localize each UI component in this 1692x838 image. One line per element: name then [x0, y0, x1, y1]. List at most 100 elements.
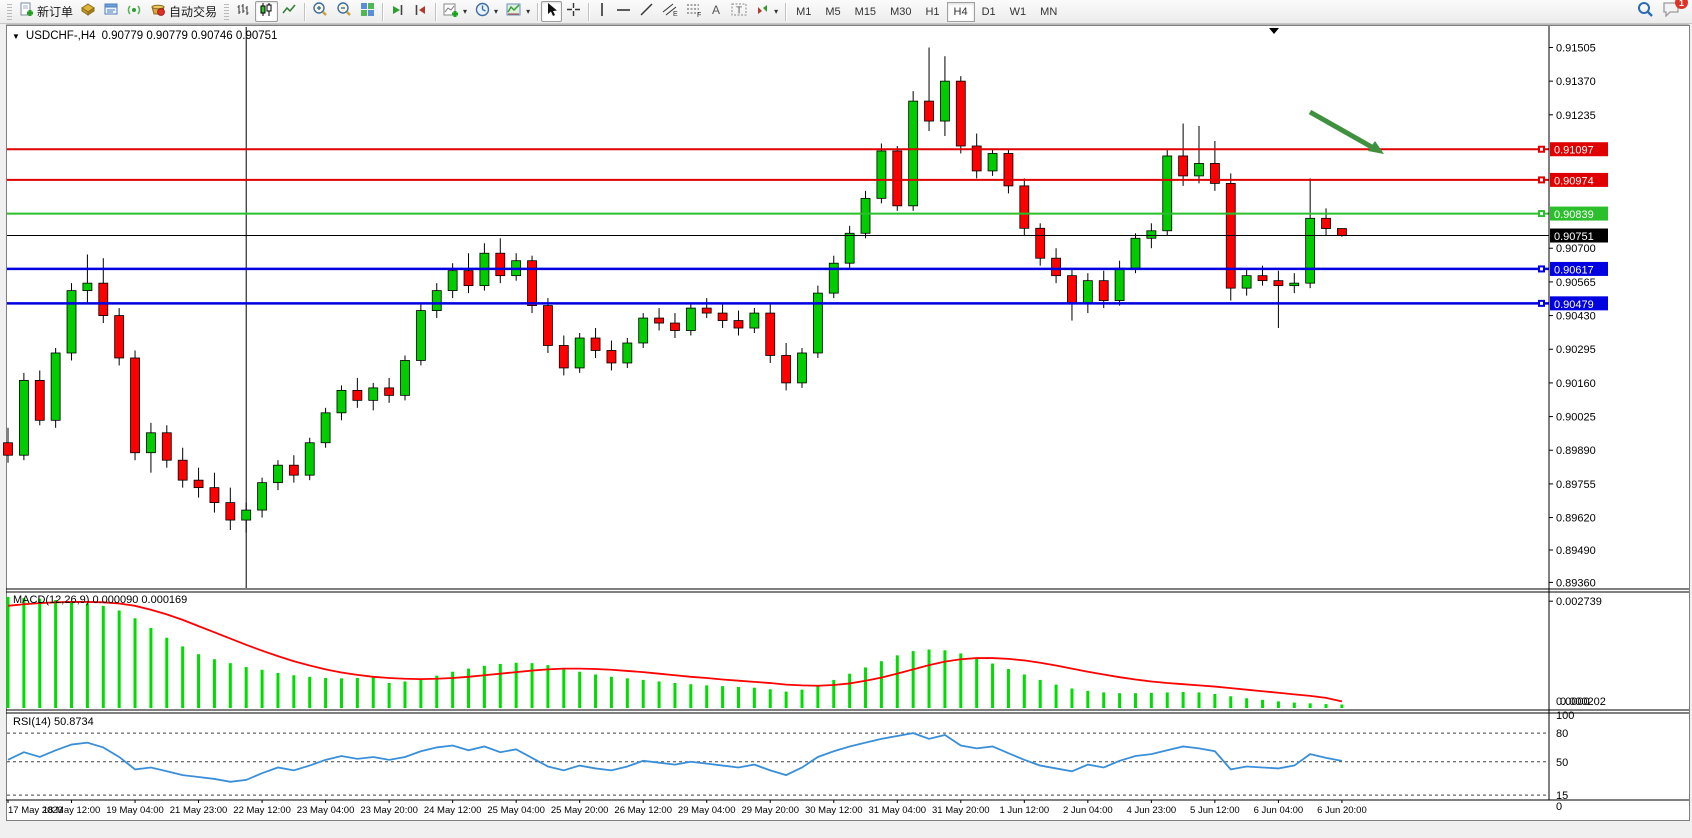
timeframe-button-w1[interactable]: W1	[1003, 2, 1034, 22]
candle-body	[782, 355, 791, 382]
market-watch-icon	[81, 2, 96, 22]
zoom-out-button[interactable]	[332, 1, 356, 22]
candle-body	[131, 358, 140, 453]
data-window-icon	[104, 2, 119, 22]
trendline-tool[interactable]	[635, 1, 658, 22]
candle-body	[1179, 156, 1188, 176]
candle-body	[1242, 276, 1251, 288]
svg-text:A: A	[712, 3, 720, 17]
price-tick-label: 0.89755	[1556, 479, 1596, 491]
sound-alert-button[interactable]	[123, 1, 146, 22]
rsi-axis-label: 80	[1556, 728, 1568, 740]
standard-toolbar-group: 新订单 自动交易	[15, 1, 221, 23]
candle-body	[623, 343, 632, 363]
chart-shift-button[interactable]	[409, 1, 432, 22]
candle-body	[670, 323, 679, 330]
timeframe-button-m15[interactable]: M15	[848, 2, 883, 22]
fibonacci-icon: F	[686, 2, 702, 22]
time-tick-label: 4 Jun 23:00	[1127, 805, 1177, 816]
arrows-tool[interactable]: ▾	[751, 1, 782, 22]
search-icon[interactable]	[1637, 1, 1654, 23]
candlestick-chart-button[interactable]	[255, 1, 278, 22]
time-tick-label: 18 May 12:00	[43, 805, 101, 816]
candle-body	[750, 313, 759, 328]
templates-button[interactable]: ▾	[502, 1, 534, 22]
text-label-tool[interactable]: T	[727, 1, 751, 22]
timeframe-button-d1[interactable]: D1	[975, 2, 1003, 22]
timeframe-button-h4[interactable]: H4	[947, 2, 975, 22]
text-tool-icon: A	[710, 2, 723, 22]
candle-body	[1083, 281, 1092, 303]
timeframe-button-m5[interactable]: M5	[818, 2, 847, 22]
timeframe-button-h1[interactable]: H1	[918, 2, 946, 22]
svg-text:T: T	[736, 5, 742, 16]
time-tick-label: 6 Jun 20:00	[1317, 805, 1367, 816]
market-watch-button[interactable]	[77, 1, 100, 22]
time-tick-label: 5 Jun 12:00	[1190, 805, 1240, 816]
toolbar-grip[interactable]	[224, 4, 229, 20]
price-tick-label: 0.90295	[1556, 344, 1596, 356]
new-order-label: 新订单	[37, 3, 73, 20]
candle-body	[210, 488, 219, 503]
toolbar-separator	[537, 3, 538, 21]
time-tick-label: 2 Jun 04:00	[1063, 805, 1113, 816]
autotrading-button[interactable]: 自动交易	[146, 1, 221, 22]
fibonacci-tool[interactable]: F	[682, 1, 706, 22]
autotrading-label: 自动交易	[169, 3, 217, 20]
hline-handle-dot	[1540, 302, 1543, 305]
tile-windows-button[interactable]	[356, 1, 379, 22]
price-tick-label: 0.89620	[1556, 513, 1596, 525]
timeframe-button-m30[interactable]: M30	[883, 2, 918, 22]
vertical-line-tool[interactable]	[592, 1, 612, 22]
price-axis[interactable]: 0.915050.913700.912350.907000.905650.904…	[1549, 42, 1608, 589]
auto-scroll-button[interactable]	[386, 1, 409, 22]
candlestick-series	[4, 47, 1347, 532]
notifications-button[interactable]: 1	[1662, 1, 1680, 22]
data-window-button[interactable]	[100, 1, 123, 22]
equidistant-channel-tool[interactable]: E	[658, 1, 682, 22]
main-toolbar: 新订单 自动交易	[0, 0, 1692, 24]
candle-body	[369, 388, 378, 400]
toolbar-grip[interactable]	[7, 4, 12, 20]
tile-windows-icon	[360, 2, 375, 22]
auto-scroll-icon	[390, 2, 405, 22]
candle-body	[496, 253, 505, 275]
chart-canvas[interactable]: 0.915050.913700.912350.907000.905650.904…	[0, 0, 1692, 838]
chevron-down-icon: ▾	[526, 7, 530, 16]
candle-body	[559, 345, 568, 367]
candle-body	[178, 460, 187, 480]
crosshair-button[interactable]	[562, 1, 585, 22]
cursor-group	[541, 1, 585, 23]
new-order-button[interactable]: 新订单	[15, 1, 77, 22]
chart-menu-arrow-icon[interactable]: ▼	[12, 32, 20, 41]
line-chart-button[interactable]	[278, 1, 301, 22]
horizontal-line-tool[interactable]	[612, 1, 635, 22]
zoom-in-button[interactable]	[308, 1, 332, 22]
timeframe-button-m1[interactable]: M1	[789, 2, 818, 22]
equidistant-channel-icon: E	[662, 2, 678, 22]
arrow-annotation[interactable]	[1310, 112, 1377, 150]
time-axis[interactable]: 17 May 202318 May 12:0019 May 04:0021 Ma…	[8, 800, 1367, 816]
timeframe-button-mn[interactable]: MN	[1033, 2, 1064, 22]
sound-alert-icon	[127, 2, 142, 22]
candle-body	[1306, 218, 1315, 283]
bar-chart-button[interactable]	[232, 1, 255, 22]
hline-handle-dot	[1540, 212, 1543, 215]
time-tick-label: 1 Jun 12:00	[999, 805, 1049, 816]
candle-body	[1258, 276, 1267, 281]
candle-body	[1163, 156, 1172, 231]
candle-body	[1036, 228, 1045, 258]
candle-body	[845, 233, 854, 263]
zoom-out-icon	[336, 1, 352, 22]
mt4-application: { "toolbar": { "new_order_label": "新订单",…	[0, 0, 1692, 838]
price-tick-label: 0.89890	[1556, 445, 1596, 457]
candle-body	[1067, 276, 1076, 303]
indicators-button[interactable]: ▾	[439, 1, 471, 22]
candle-body	[401, 360, 410, 395]
candlestick-chart-icon	[259, 2, 274, 22]
time-tick-label: 31 May 04:00	[868, 805, 926, 816]
periods-button[interactable]: ▾	[471, 1, 502, 22]
macd-indicator-label: MACD(12,26,9) 0.000090 0.000169	[13, 594, 187, 606]
cursor-button[interactable]	[541, 1, 562, 22]
text-tool[interactable]: A	[706, 1, 727, 22]
